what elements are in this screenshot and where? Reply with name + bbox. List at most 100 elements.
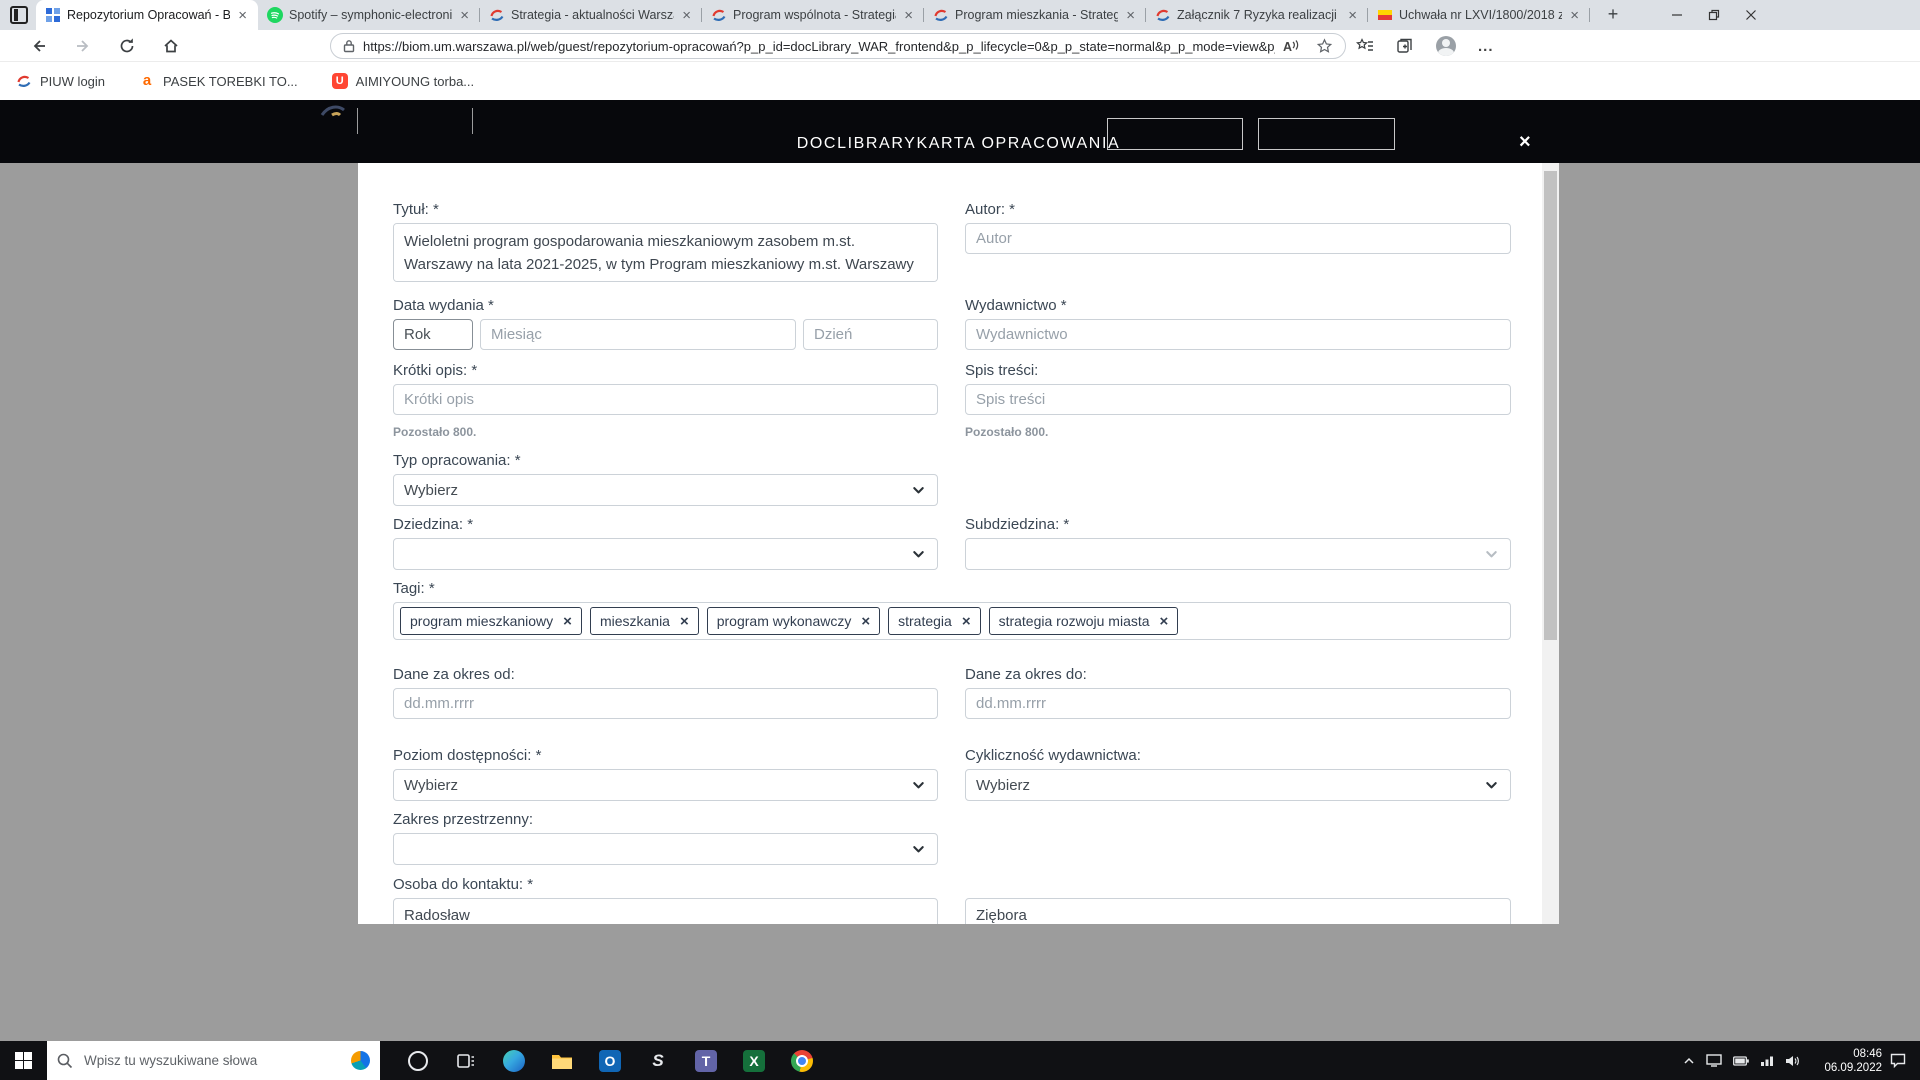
home-icon[interactable]: [162, 37, 180, 55]
tab-close-icon[interactable]: ×: [458, 8, 471, 23]
tab-program-mieszkania[interactable]: Program mieszkania - Strategia ×: [924, 0, 1146, 30]
spotify-icon[interactable]: S: [634, 1041, 682, 1080]
window-restore-button[interactable]: [1695, 0, 1732, 30]
collections-icon[interactable]: [1396, 37, 1414, 55]
tag-chip[interactable]: program mieszkaniowy ×: [400, 607, 582, 635]
tag-chip[interactable]: program wykonawczy ×: [706, 607, 881, 635]
taskbar-search-input[interactable]: [82, 1052, 342, 1069]
back-icon[interactable]: [30, 37, 48, 55]
forward-icon[interactable]: [74, 37, 92, 55]
tag-remove-icon[interactable]: ×: [563, 614, 572, 629]
tab-program-wspolnota[interactable]: Program wspólnota - Strategia ×: [702, 0, 924, 30]
osoba-imie-input[interactable]: [393, 898, 938, 924]
bookmark-pasek-torebki[interactable]: a PASEK TOREBKI TO...: [139, 73, 298, 89]
form-row-poziom-cyklicznosc: Poziom dostępności: * Wybierz Cyklicznoś…: [393, 747, 1511, 801]
excel-icon[interactable]: X: [730, 1041, 778, 1080]
typ-opracowania-select[interactable]: Wybierz: [393, 474, 938, 506]
window-close-button[interactable]: [1732, 0, 1769, 30]
task-view-icon[interactable]: [442, 1041, 490, 1080]
volume-icon[interactable]: [1785, 1055, 1800, 1067]
settings-menu-icon[interactable]: ...: [1478, 38, 1494, 55]
tab-close-icon[interactable]: ×: [680, 8, 693, 23]
tag-remove-icon[interactable]: ×: [962, 614, 971, 629]
wydawnictwo-input[interactable]: [965, 319, 1511, 350]
refresh-icon[interactable]: [118, 37, 136, 55]
autor-input[interactable]: [965, 223, 1511, 254]
tab-close-icon[interactable]: ×: [1346, 8, 1359, 23]
modal-scrollbar-thumb[interactable]: [1544, 171, 1557, 640]
zakres-select[interactable]: [393, 833, 938, 865]
tab-title: Spotify – symphonic-electronic r: [289, 8, 453, 22]
action-center-icon[interactable]: [1890, 1041, 1906, 1080]
miesiac-input[interactable]: [480, 319, 796, 350]
spis-tresci-input[interactable]: [965, 384, 1511, 415]
dane-do-input[interactable]: [965, 688, 1511, 719]
tag-remove-icon[interactable]: ×: [1160, 614, 1169, 629]
tab-close-icon[interactable]: ×: [902, 8, 915, 23]
cyklicznosc-select[interactable]: Wybierz: [965, 769, 1511, 801]
tab-repozytorium[interactable]: Repozytorium Opracowań - Biom ×: [36, 0, 258, 30]
monitor-icon[interactable]: [1706, 1054, 1722, 1067]
search-highlights-icon[interactable]: [351, 1051, 370, 1070]
chrome-icon[interactable]: [778, 1041, 826, 1080]
tab-uchwala[interactable]: Uchwała nr LXVI/1800/2018 z 10 ×: [1368, 0, 1590, 30]
bookmarks-bar: PIUW login a PASEK TOREBKI TO... U AIMIY…: [0, 62, 1920, 100]
bookmark-label: AIMIYOUNG torba...: [355, 73, 475, 89]
taskbar-search[interactable]: [47, 1041, 380, 1080]
tab-zalacznik[interactable]: Załącznik 7 Ryzyka realizacji stra ×: [1146, 0, 1368, 30]
favorites-bar-icon[interactable]: [1356, 37, 1374, 55]
rok-input[interactable]: [393, 319, 473, 350]
spis-tresci-counter: Pozostało 800.: [965, 425, 1049, 439]
add-favorite-icon[interactable]: [1316, 37, 1333, 55]
tag-chip[interactable]: strategia rozwoju miasta ×: [988, 607, 1179, 635]
taskbar: O S T X 08:46 06.09.2022: [0, 1041, 1920, 1080]
read-aloud-icon[interactable]: A: [1283, 39, 1300, 54]
osoba-nazwisko-input[interactable]: [965, 898, 1511, 924]
browser-tab-strip: Repozytorium Opracowań - Biom × Spotify …: [0, 0, 1920, 30]
battery-icon[interactable]: [1733, 1055, 1749, 1066]
tag-chip[interactable]: strategia ×: [888, 607, 981, 635]
tytul-textarea[interactable]: Wieloletni program gospodarowania mieszk…: [393, 223, 938, 282]
new-tab-button[interactable]: +: [1600, 3, 1626, 27]
outlook-icon[interactable]: O: [586, 1041, 634, 1080]
teams-icon[interactable]: T: [682, 1041, 730, 1080]
biom-favicon-icon: [46, 8, 60, 22]
edge-icon[interactable]: [490, 1041, 538, 1080]
network-icon[interactable]: [1760, 1055, 1774, 1067]
tab-close-icon[interactable]: ×: [1568, 8, 1581, 23]
bookmark-piuw[interactable]: PIUW login: [16, 73, 105, 89]
tab-close-icon[interactable]: ×: [1124, 8, 1137, 23]
file-explorer-icon[interactable]: [538, 1041, 586, 1080]
tab-close-icon[interactable]: ×: [236, 8, 249, 23]
modal-close-icon[interactable]: ×: [1519, 132, 1531, 152]
bookmark-aimiyoung[interactable]: U AIMIYOUNG torba...: [331, 73, 475, 89]
aliexpress-favicon-icon: a: [142, 72, 152, 89]
tag-remove-icon[interactable]: ×: [861, 614, 870, 629]
tag-remove-icon[interactable]: ×: [680, 614, 689, 629]
tray-expand-icon[interactable]: [1683, 1055, 1695, 1067]
krotki-opis-counter: Pozostało 800.: [393, 425, 477, 439]
cortana-icon[interactable]: [394, 1041, 442, 1080]
dziedzina-select[interactable]: [393, 538, 938, 570]
dane-od-label: Dane za okres od:: [393, 666, 515, 683]
start-button[interactable]: [0, 1041, 47, 1080]
warszawa-favicon-icon: [934, 9, 948, 21]
poziom-select[interactable]: Wybierz: [393, 769, 938, 801]
profile-avatar[interactable]: [1436, 36, 1456, 56]
address-bar[interactable]: https://biom.um.warszawa.pl/web/guest/re…: [330, 33, 1346, 59]
tag-chip[interactable]: mieszkania ×: [589, 607, 699, 635]
dane-od-input[interactable]: [393, 688, 938, 719]
tab-strategia[interactable]: Strategia - aktualności Warszawa ×: [480, 0, 702, 30]
tab-spotify[interactable]: Spotify – symphonic-electronic r ×: [258, 0, 480, 30]
subdziedzina-select[interactable]: [965, 538, 1511, 570]
krotki-opis-input[interactable]: [393, 384, 938, 415]
dzien-input[interactable]: [803, 319, 938, 350]
piuw-favicon-icon: [17, 75, 31, 87]
window-minimize-button[interactable]: [1658, 0, 1695, 30]
tab-workspaces-icon[interactable]: [10, 6, 28, 24]
modal-scrollbar[interactable]: [1542, 163, 1559, 924]
form-row-zakres: Zakres przestrzenny:: [393, 811, 1511, 865]
tags-input[interactable]: program mieszkaniowy × mieszkania × progra…: [393, 602, 1511, 640]
tab-title: Uchwała nr LXVI/1800/2018 z 10: [1399, 8, 1563, 22]
taskbar-clock[interactable]: 08:46 06.09.2022: [1802, 1041, 1882, 1080]
